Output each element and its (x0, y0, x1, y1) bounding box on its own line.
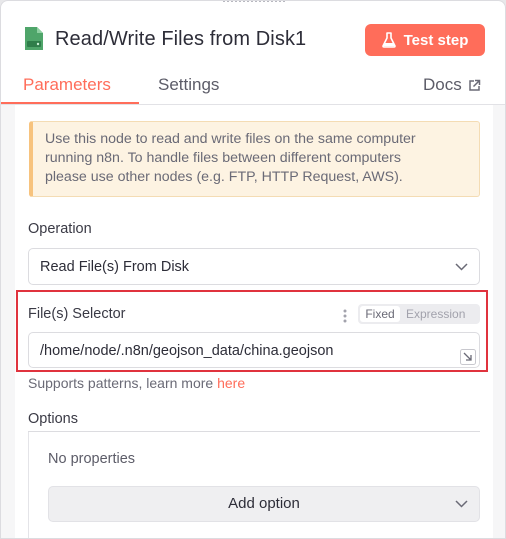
panel-tabs: Parameters Settings Docs (1, 63, 505, 105)
file-selector-hint: Supports patterns, learn more here (28, 375, 245, 391)
docs-label: Docs (423, 75, 462, 94)
operation-label: Operation (28, 221, 92, 237)
test-step-label: Test step (403, 31, 469, 49)
notice-line: Use this node to read and write files on… (45, 131, 416, 147)
chevron-down-icon[interactable] (455, 500, 468, 508)
no-properties-text: No properties (48, 451, 136, 467)
node-title[interactable]: Read/Write Files from Disk1 (55, 28, 306, 51)
active-tab-indicator (1, 102, 139, 104)
operation-value: Read File(s) From Disk (40, 259, 190, 275)
operation-select[interactable]: Read File(s) From Disk (28, 248, 480, 285)
options-label: Options (28, 411, 78, 427)
fixed-expression-toggle: Fixed Expression (358, 304, 480, 324)
notice-line: please use other nodes (e.g. FTP, HTTP R… (45, 169, 403, 185)
notice-line: running n8n. To handle files between dif… (45, 150, 401, 166)
file-selector-label: File(s) Selector (28, 306, 126, 322)
docs-link[interactable]: Docs (423, 75, 481, 95)
hint-text: Supports patterns, learn more (28, 375, 214, 391)
kebab-menu-icon[interactable] (342, 308, 348, 324)
node-details-panel: Read/Write Files from Disk1 Test step Pa… (0, 0, 506, 539)
hint-link[interactable]: here (217, 375, 245, 391)
external-link-icon (468, 79, 480, 91)
info-notice: Use this node to read and write files on… (29, 121, 480, 197)
mode-fixed[interactable]: Fixed (360, 306, 400, 322)
chevron-down-icon[interactable] (455, 263, 468, 271)
expand-icon[interactable] (460, 349, 476, 365)
test-step-button[interactable]: Test step (365, 24, 485, 56)
file-selector-input[interactable]: /home/node/.n8n/geojson_data/china.geojs… (28, 332, 480, 368)
flask-icon (381, 32, 396, 48)
add-option-button[interactable]: Add option (48, 486, 480, 522)
add-option-label: Add option (228, 495, 300, 512)
mode-expression[interactable]: Expression (406, 306, 465, 322)
tab-settings[interactable]: Settings (158, 75, 219, 95)
tab-parameters[interactable]: Parameters (23, 75, 111, 95)
file-disk-icon (25, 27, 43, 50)
